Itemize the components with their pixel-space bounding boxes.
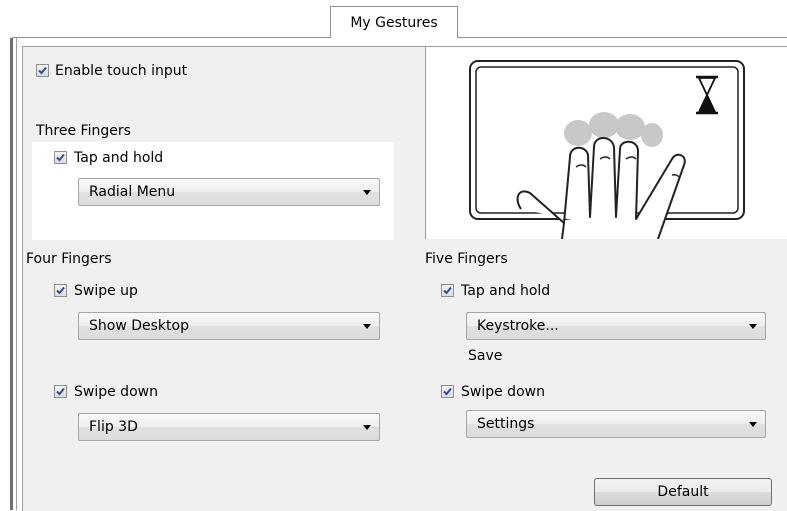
checkmark-icon	[443, 286, 452, 295]
four-swipe-up-checkbox[interactable]	[54, 284, 67, 297]
four-swipe-up-label[interactable]: Swipe up	[74, 282, 138, 300]
enable-touch-label[interactable]: Enable touch input	[55, 62, 187, 80]
chevron-down-icon	[363, 324, 371, 329]
window-border-inner	[16, 38, 17, 510]
gesture-preview	[425, 47, 787, 240]
four-swipe-up-select[interactable]: Show Desktop	[78, 312, 380, 340]
five-tap-hold-label[interactable]: Tap and hold	[461, 282, 550, 300]
four-swipe-down-label[interactable]: Swipe down	[74, 383, 158, 401]
select-value: Radial Menu	[89, 184, 176, 200]
five-swipe-down-label[interactable]: Swipe down	[461, 383, 545, 401]
five-swipe-down-select[interactable]: Settings	[466, 410, 766, 438]
three-fingers-heading: Three Fingers	[36, 123, 131, 139]
window-border	[10, 38, 13, 510]
five-fingers-heading: Five Fingers	[425, 251, 508, 267]
default-button-label: Default	[657, 484, 709, 500]
chevron-down-icon	[363, 190, 371, 195]
select-value: Keystroke...	[477, 318, 559, 334]
enable-touch-checkbox[interactable]	[36, 64, 49, 77]
five-tap-hold-checkbox[interactable]	[441, 284, 454, 297]
five-tap-hold-select[interactable]: Keystroke...	[466, 312, 766, 340]
checkmark-icon	[56, 387, 65, 396]
checkmark-icon	[56, 286, 65, 295]
checkmark-icon	[56, 153, 65, 162]
three-tap-hold-checkbox[interactable]	[54, 151, 67, 164]
tab-label: My Gestures	[350, 14, 438, 31]
select-value: Flip 3D	[89, 419, 138, 435]
chevron-down-icon	[749, 422, 757, 427]
chevron-down-icon	[749, 324, 757, 329]
tab-my-gestures[interactable]: My Gestures	[330, 6, 458, 38]
hourglass-icon	[696, 75, 718, 115]
four-fingers-heading: Four Fingers	[26, 251, 112, 267]
five-swipe-down-checkbox[interactable]	[441, 385, 454, 398]
five-tap-hold-note: Save	[468, 348, 503, 364]
three-tap-hold-label[interactable]: Tap and hold	[74, 149, 163, 167]
checkmark-icon	[38, 66, 47, 75]
three-tap-hold-select[interactable]: Radial Menu	[78, 178, 380, 206]
default-button[interactable]: Default	[594, 478, 772, 506]
four-swipe-down-checkbox[interactable]	[54, 385, 67, 398]
select-value: Settings	[477, 416, 535, 432]
chevron-down-icon	[363, 425, 371, 430]
select-value: Show Desktop	[89, 318, 189, 334]
four-swipe-down-select[interactable]: Flip 3D	[78, 413, 380, 441]
checkmark-icon	[443, 387, 452, 396]
hand-gesture-icon	[469, 60, 745, 240]
